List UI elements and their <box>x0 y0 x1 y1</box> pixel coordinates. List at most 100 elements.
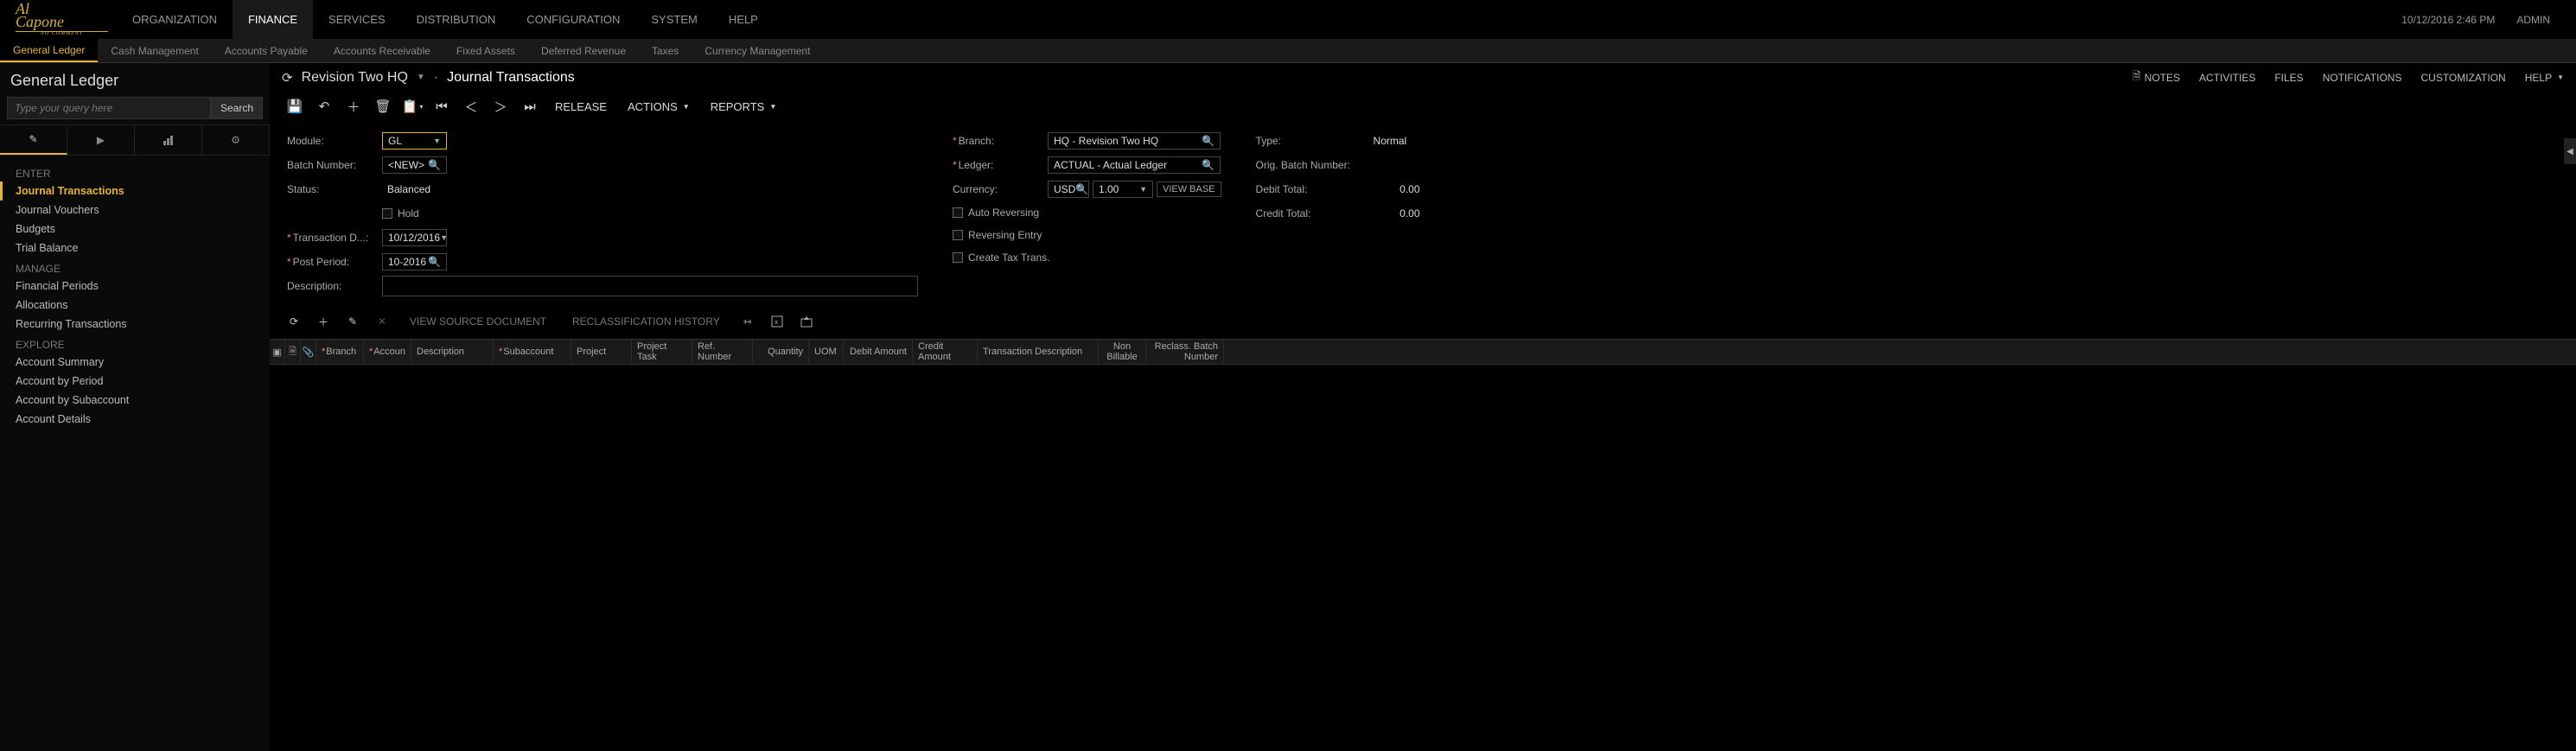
rate-field[interactable]: 1.00▼ <box>1093 181 1153 198</box>
first-record-icon[interactable]: ⏮ <box>429 95 455 118</box>
grid-col-notes-icon[interactable]: 🗎 <box>285 340 301 364</box>
batch-field[interactable]: <NEW>🔍 <box>382 156 447 174</box>
sidebar-item-budgets[interactable]: Budgets <box>0 220 270 239</box>
sidebar-item-account-by-period[interactable]: Account by Period <box>0 372 270 391</box>
grid-col-trans-desc[interactable]: Transaction Description <box>978 340 1099 364</box>
header-files[interactable]: FILES <box>2274 72 2303 84</box>
sidebar-tab-gear-icon[interactable]: ⚙ <box>202 125 270 155</box>
nav-distribution[interactable]: DISTRIBUTION <box>401 0 512 39</box>
subnav-accounts-receivable[interactable]: Accounts Receivable <box>321 39 443 62</box>
reports-menu[interactable]: REPORTS▼ <box>702 95 786 118</box>
subnav-currency-management[interactable]: Currency Management <box>692 39 823 62</box>
grid-col-description[interactable]: Description <box>411 340 494 364</box>
subnav-fixed-assets[interactable]: Fixed Assets <box>443 39 528 62</box>
nav-system[interactable]: SYSTEM <box>635 0 712 39</box>
save-icon[interactable]: 💾 <box>282 95 308 118</box>
sidebar-item-account-summary[interactable]: Account Summary <box>0 353 270 372</box>
add-icon[interactable]: ＋ <box>341 95 367 118</box>
postperiod-field[interactable]: 10-2016🔍 <box>382 253 447 270</box>
sidebar-tab-chart-icon[interactable] <box>135 125 202 155</box>
grid-upload-icon[interactable] <box>794 311 819 332</box>
grid-col-non-billable[interactable]: Non Billable <box>1099 340 1146 364</box>
breadcrumb-separator: · <box>434 70 438 86</box>
nav-configuration[interactable]: CONFIGURATION <box>511 0 635 39</box>
grid-col-subaccount[interactable]: Subaccount <box>494 340 571 364</box>
viewbase-button[interactable]: VIEW BASE <box>1157 181 1221 197</box>
sidebar-tab-play-icon[interactable]: ▶ <box>67 125 135 155</box>
sidebar-section-explore: EXPLORE <box>0 334 270 353</box>
reversingentry-checkbox[interactable] <box>953 230 963 240</box>
nav-finance[interactable]: FINANCE <box>233 0 313 39</box>
prev-record-icon[interactable]: ＜ <box>458 95 484 118</box>
delete-icon[interactable]: 🗑 <box>370 95 396 118</box>
origbatch-label: Orig. Batch Number: <box>1256 159 1368 171</box>
grid-col-credit-amount[interactable]: Credit Amount <box>913 340 978 364</box>
grid-col-branch[interactable]: Branch <box>316 340 364 364</box>
grid-add-icon[interactable]: ＋ <box>311 311 335 332</box>
grid-col-files-icon[interactable]: 📎 <box>301 340 316 364</box>
sidebar-item-allocations[interactable]: Allocations <box>0 296 270 315</box>
grid-col-uom[interactable]: UOM <box>809 340 844 364</box>
search-input[interactable] <box>7 97 211 119</box>
refresh-icon[interactable]: ⟳ <box>282 70 293 86</box>
nav-services[interactable]: SERVICES <box>313 0 401 39</box>
createtax-checkbox[interactable] <box>953 252 963 263</box>
sidebar-item-journal-vouchers[interactable]: Journal Vouchers <box>0 200 270 220</box>
app-logo[interactable]: AlCapone NO COMMENT <box>9 3 108 37</box>
sidebar-item-journal-transactions[interactable]: Journal Transactions <box>0 181 270 200</box>
grid-col-account[interactable]: Accoun <box>364 340 411 364</box>
sidebar-item-recurring-transactions[interactable]: Recurring Transactions <box>0 315 270 334</box>
grid-col-project-task[interactable]: Project Task <box>632 340 692 364</box>
grid-col-debit-amount[interactable]: Debit Amount <box>844 340 913 364</box>
grid-col-quantity[interactable]: Quantity <box>753 340 809 364</box>
subnav-cash-management[interactable]: Cash Management <box>98 39 211 62</box>
undo-icon[interactable]: ↶ <box>311 95 337 118</box>
header-activities[interactable]: ACTIVITIES <box>2199 72 2255 84</box>
branch-field[interactable]: HQ - Revision Two HQ🔍 <box>1048 132 1221 150</box>
grid-col-project[interactable]: Project <box>571 340 632 364</box>
breadcrumb-org[interactable]: Revision Two HQ <box>302 70 408 86</box>
grid-refresh-icon[interactable]: ⟳ <box>282 311 306 332</box>
sidebar-item-account-details[interactable]: Account Details <box>0 410 270 429</box>
grid-delete-icon[interactable]: ✕ <box>370 311 394 332</box>
header-user[interactable]: ADMIN <box>2516 14 2550 26</box>
reclassification-history[interactable]: RECLASSIFICATION HISTORY <box>562 315 730 328</box>
sidebar-item-financial-periods[interactable]: Financial Periods <box>0 277 270 296</box>
autoreversing-checkbox[interactable] <box>953 207 963 218</box>
nav-organization[interactable]: ORGANIZATION <box>117 0 233 39</box>
sidebar-tab-edit-icon[interactable]: ✎ <box>0 125 67 155</box>
grid-edit-icon[interactable]: ✎ <box>341 311 365 332</box>
sidebar-item-account-by-subaccount[interactable]: Account by Subaccount <box>0 391 270 410</box>
currency-field[interactable]: USD🔍 <box>1048 181 1089 198</box>
module-field[interactable]: GL▼ <box>382 132 447 150</box>
chevron-down-icon[interactable]: ▼ <box>417 73 425 82</box>
grid-header: ▣ 🗎 📎 Branch Accoun Description Subaccou… <box>270 339 2576 365</box>
subnav-deferred-revenue[interactable]: Deferred Revenue <box>528 39 639 62</box>
subnav-taxes[interactable]: Taxes <box>639 39 692 62</box>
ledger-field[interactable]: ACTUAL - Actual Ledger🔍 <box>1048 156 1221 174</box>
view-source-document[interactable]: VIEW SOURCE DOCUMENT <box>399 315 557 328</box>
grid-col-reclass-batch[interactable]: Reclass. Batch Number <box>1146 340 1224 364</box>
subnav-general-ledger[interactable]: General Ledger <box>0 39 98 62</box>
clipboard-icon[interactable]: 📋▾ <box>399 95 425 118</box>
grid-col-selector[interactable]: ▣ <box>270 340 285 364</box>
next-record-icon[interactable]: ＞ <box>488 95 513 118</box>
header-customization[interactable]: CUSTOMIZATION <box>2420 72 2505 84</box>
description-field[interactable] <box>382 276 918 296</box>
header-help[interactable]: HELP▼ <box>2525 72 2564 84</box>
subnav-accounts-payable[interactable]: Accounts Payable <box>212 39 321 62</box>
header-notes[interactable]: 🗎NOTES <box>2133 68 2180 86</box>
side-panel-handle[interactable]: ◀ <box>2564 138 2576 164</box>
transdate-field[interactable]: 10/12/2016▼ <box>382 229 447 246</box>
nav-help[interactable]: HELP <box>713 0 774 39</box>
grid-col-ref-number[interactable]: Ref. Number <box>692 340 753 364</box>
grid-export-icon[interactable]: x <box>765 311 789 332</box>
sidebar-item-trial-balance[interactable]: Trial Balance <box>0 239 270 258</box>
last-record-icon[interactable]: ⏭ <box>517 95 543 118</box>
header-notifications[interactable]: NOTIFICATIONS <box>2323 72 2402 84</box>
search-button[interactable]: Search <box>211 97 263 119</box>
grid-fit-icon[interactable]: ⇿ <box>736 311 760 332</box>
actions-menu[interactable]: ACTIONS▼ <box>619 95 698 118</box>
release-button[interactable]: RELEASE <box>546 95 615 118</box>
hold-checkbox[interactable] <box>382 208 392 219</box>
